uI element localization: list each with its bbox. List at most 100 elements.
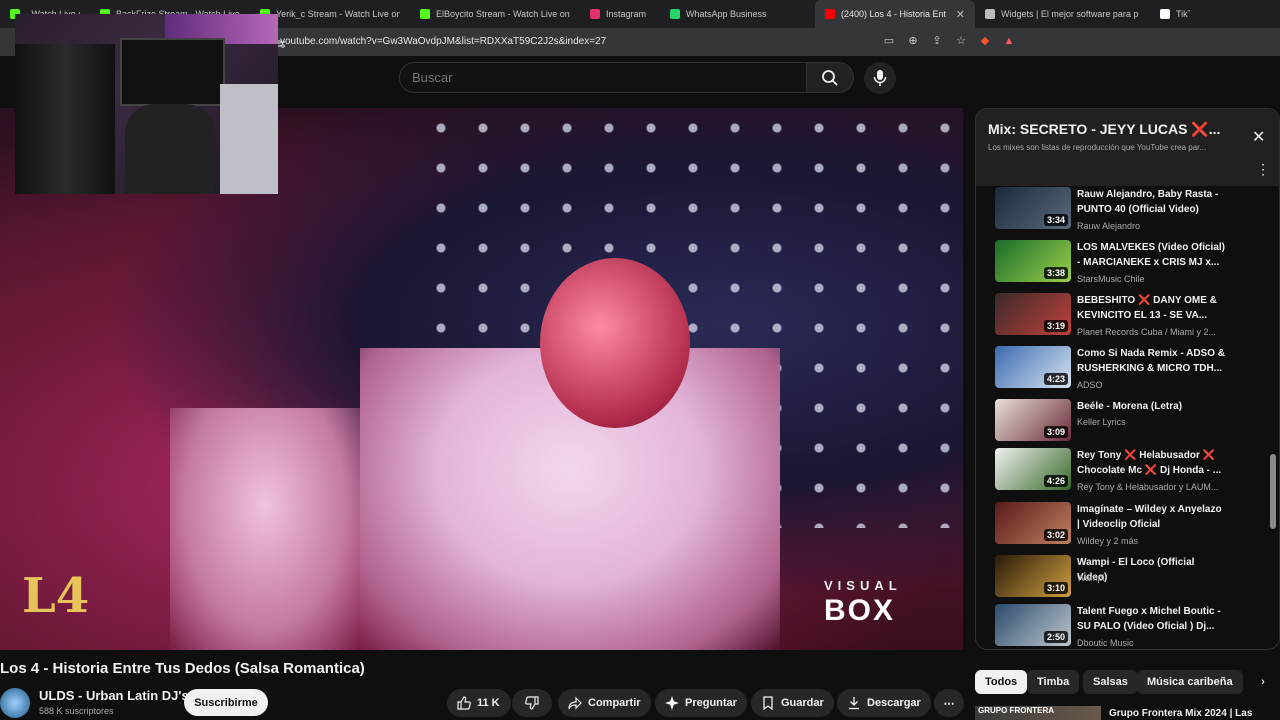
webcam-chair: [125, 104, 215, 194]
chips-next-button[interactable]: ›: [1250, 670, 1276, 694]
tab-favicon-icon: [825, 9, 835, 19]
chevron-right-icon: ›: [1261, 676, 1265, 688]
share-page-icon[interactable]: ⇪: [930, 34, 944, 48]
filter-chip[interactable]: Salsas: [1083, 670, 1138, 694]
playlist-item-thumbnail[interactable]: 4:23: [995, 346, 1071, 388]
browser-tab[interactable]: ElBoycito Stream - Watch Live on K: [410, 0, 580, 28]
playlist-item[interactable]: 3:10 Wampi - El Loco (Official Video) Wamp…: [995, 555, 1265, 605]
performer-head: [540, 258, 690, 428]
playlist-subtitle: Los mixes son listas de reproducción que…: [988, 143, 1207, 152]
webcam-overlay: [15, 14, 278, 194]
webcam-background: [15, 44, 115, 194]
visual-box-logo-bottom: BOX: [824, 594, 896, 627]
filter-chip[interactable]: Música caribeña: [1137, 670, 1243, 694]
playlist-item-thumbnail[interactable]: 3:38: [995, 240, 1071, 282]
more-horizontal-icon: ⋯: [943, 697, 955, 710]
share-button[interactable]: Compartir: [558, 689, 651, 717]
playlist-item-title[interactable]: Talent Fuego x Michel Boutic - SU PALO (…: [1077, 604, 1227, 634]
playlist-item[interactable]: 4:23 Como Si Nada Remix - ADSO & RUSHERKI…: [995, 346, 1265, 396]
playlist-item-thumbnail[interactable]: 2:50: [995, 604, 1071, 646]
channel-avatar[interactable]: [0, 688, 30, 718]
playlist-scrollbar-thumb[interactable]: [1270, 454, 1276, 529]
zoom-icon[interactable]: ⊕: [906, 34, 920, 48]
playlist-item-title[interactable]: Como Si Nada Remix - ADSO & RUSHERKING &…: [1077, 346, 1227, 376]
save-button[interactable]: Guardar: [751, 689, 834, 717]
browser-tab[interactable]: (2400) Los 4 - Historia Entre ✕: [815, 0, 975, 28]
search-button[interactable]: [806, 62, 854, 93]
duration-badge: 3:38: [1043, 267, 1068, 279]
cast-icon[interactable]: ▭: [882, 34, 896, 48]
playlist-item[interactable]: 3:38 LOS MALVEKES (Video Oficial) - MARCI…: [995, 240, 1265, 290]
share-arrow-icon: [568, 696, 582, 710]
playlist-item[interactable]: 3:34 Rauw Alejandro, Baby Rasta - PUNTO 4…: [995, 187, 1265, 237]
browser-tab[interactable]: Instagram: [580, 0, 660, 28]
recommended-thumbnail[interactable]: GRUPO FRONTERA: [975, 706, 1101, 720]
playlist-title[interactable]: Mix: SECRETO - JEYY LUCAS ❌...: [988, 121, 1220, 138]
duration-badge: 4:23: [1043, 373, 1068, 385]
tab-label: Widgets | El mejor software para p: [1001, 9, 1139, 19]
voice-search-button[interactable]: [864, 62, 896, 94]
playlist-item-channel: StarsMusic Chile: [1077, 274, 1145, 284]
playlist-item[interactable]: 2:50 Talent Fuego x Michel Boutic - SU PA…: [995, 604, 1265, 649]
channel-name[interactable]: ULDS - Urban Latin DJ's: [39, 688, 189, 703]
search-icon: [822, 69, 838, 86]
playlist-item-title[interactable]: Imagínate – Wildey x Anyelazo | Videocli…: [1077, 502, 1227, 532]
tab-close-icon[interactable]: ✕: [956, 8, 965, 21]
ask-button[interactable]: Preguntar: [655, 689, 747, 717]
duration-badge: 3:34: [1043, 214, 1068, 226]
recommended-title[interactable]: Grupo Frontera Mix 2024 | Las: [1109, 708, 1252, 719]
browser-tab[interactable]: WhatsApp Business: [660, 0, 815, 28]
playlist-item[interactable]: 3:02 Imagínate – Wildey x Anyelazo | Vide…: [995, 502, 1265, 552]
playlist-item-title[interactable]: Rauw Alejandro, Baby Rasta - PUNTO 40 (O…: [1077, 187, 1227, 217]
webcam-poster: [220, 84, 278, 194]
save-label: Guardar: [781, 697, 824, 709]
tab-favicon-icon: [1160, 9, 1170, 19]
subscriber-count: 588 K suscriptores: [39, 706, 114, 716]
tab-label: (2400) Los 4 - Historia Entre: [841, 9, 946, 19]
browser-tab[interactable]: Widgets | El mejor software para p: [975, 0, 1150, 28]
playlist-item-thumbnail[interactable]: 4:26: [995, 448, 1071, 490]
search-input[interactable]: [400, 63, 806, 92]
playlist-item[interactable]: 3:19 BEBESHITO ❌ DANY OME & KEVINCITO EL …: [995, 293, 1265, 343]
playlist-item-channel: Rey Tony & Helabusador y LAUM...: [1077, 482, 1219, 492]
playlist-header: Mix: SECRETO - JEYY LUCAS ❌... Los mixes…: [976, 109, 1279, 186]
browser-tab[interactable]: TikTok: [1150, 0, 1200, 28]
brave-shield-icon[interactable]: ◆: [978, 34, 992, 48]
like-button[interactable]: 11 K: [447, 689, 511, 717]
playlist-item-title[interactable]: LOS MALVEKES (Video Oficial) - MARCIANEK…: [1077, 240, 1227, 270]
search-box[interactable]: [399, 62, 807, 93]
more-vertical-icon[interactable]: ⋮: [1256, 161, 1270, 178]
playlist-item-thumbnail[interactable]: 3:02: [995, 502, 1071, 544]
channel-watermark-logo: L4: [22, 568, 90, 624]
playlist-item-channel: Keller Lyrics: [1077, 417, 1126, 427]
share-label: Compartir: [588, 697, 641, 709]
microphone-icon: [873, 70, 887, 86]
playlist-item-title[interactable]: Rey Tony ❌ Helabusador ❌ Chocolate Mc ❌ …: [1077, 448, 1227, 478]
playlist-item-channel: Wampi: [1077, 573, 1105, 583]
playlist-item-thumbnail[interactable]: 3:09: [995, 399, 1071, 441]
playlist-item-thumbnail[interactable]: 3:34: [995, 187, 1071, 229]
close-icon[interactable]: ✕: [1252, 127, 1265, 147]
tab-label: Instagram: [606, 9, 647, 19]
playlist-scrollbar[interactable]: [1270, 189, 1276, 645]
dislike-button[interactable]: [512, 689, 552, 717]
playlist-item[interactable]: 3:09 Beéle - Morena (Letra) Keller Lyrics: [995, 399, 1265, 449]
filter-chip[interactable]: Timba: [1027, 670, 1080, 694]
url-text[interactable]: youtube.com/watch?v=Gw3WaOvdpJM&list=RDX…: [280, 28, 606, 56]
duration-badge: 3:02: [1043, 529, 1068, 541]
download-label: Descargar: [867, 697, 921, 709]
playlist-item-title[interactable]: BEBESHITO ❌ DANY OME & KEVINCITO EL 13 -…: [1077, 293, 1227, 323]
performer-left: [170, 408, 360, 650]
like-count: 11 K: [477, 697, 500, 709]
playlist-item-title[interactable]: Beéle - Morena (Letra): [1077, 399, 1227, 414]
subscribe-button[interactable]: Suscribirme: [184, 689, 268, 716]
playlist-item-thumbnail[interactable]: 3:19: [995, 293, 1071, 335]
rewards-icon[interactable]: ▲: [1002, 34, 1016, 48]
bookmark-star-icon[interactable]: ☆: [954, 34, 968, 48]
more-actions-button[interactable]: ⋯: [934, 689, 964, 717]
playlist-item-thumbnail[interactable]: 3:10: [995, 555, 1071, 597]
filter-chip[interactable]: Todos: [975, 670, 1028, 694]
download-button[interactable]: Descargar: [837, 689, 931, 717]
playlist-item[interactable]: 4:26 Rey Tony ❌ Helabusador ❌ Chocolate M…: [995, 448, 1265, 498]
tab-favicon-icon: [985, 9, 995, 19]
